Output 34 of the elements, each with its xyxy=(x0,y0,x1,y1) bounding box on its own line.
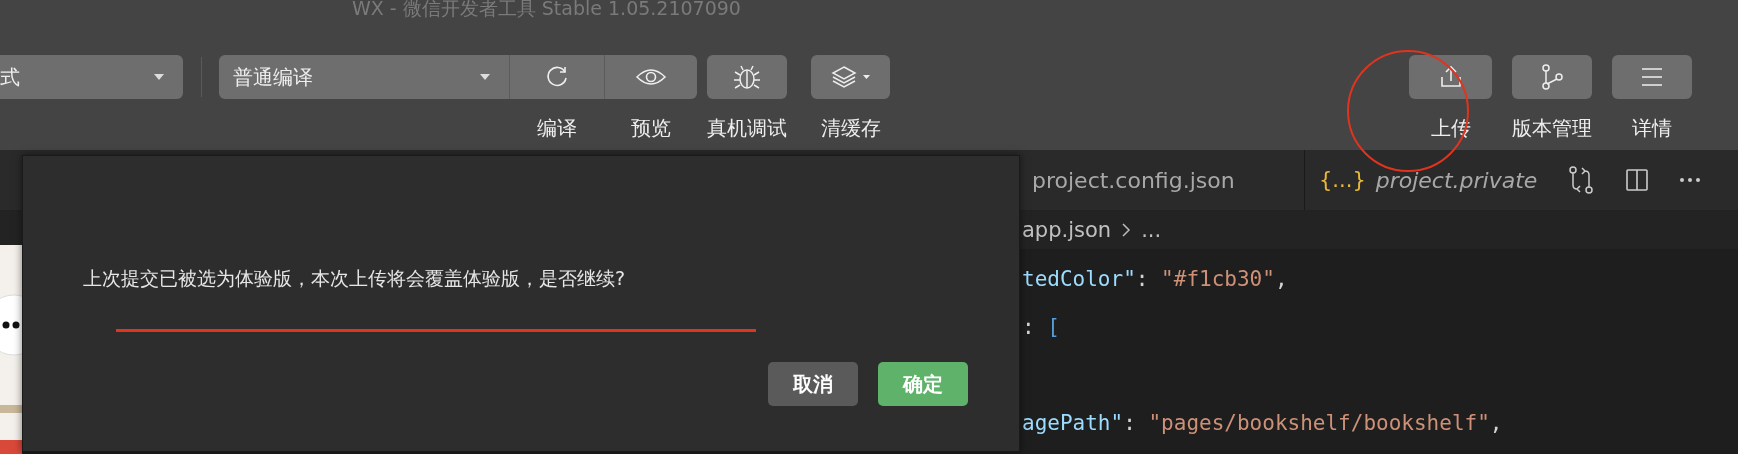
menu-icon xyxy=(1640,66,1664,88)
button-label: 详情 xyxy=(1632,115,1672,142)
details-button[interactable] xyxy=(1612,55,1692,99)
branch-button[interactable] xyxy=(1512,55,1592,99)
code-line: : [ xyxy=(1022,314,1060,341)
button-label: 真机调试 xyxy=(707,115,787,142)
cancel-button[interactable]: 取消 xyxy=(768,362,858,406)
button-label: 预览 xyxy=(630,115,671,142)
code-line: agePath": "pages/bookshelf/bookshelf", xyxy=(1022,410,1503,437)
code-line: tedColor": "#f1cb30", xyxy=(1022,266,1288,293)
caret-icon xyxy=(479,73,491,81)
button-label: 清缓存 xyxy=(820,115,881,142)
compile-dropdown[interactable]: 普通编译 xyxy=(219,55,509,99)
bug-icon xyxy=(732,63,762,91)
more-icon[interactable] xyxy=(1679,177,1702,183)
button-label: 编译 xyxy=(536,115,577,142)
upload-button[interactable] xyxy=(1409,55,1492,99)
layers-icon xyxy=(829,64,872,90)
breadcrumb-item[interactable]: ... xyxy=(1141,218,1162,242)
eye-button[interactable] xyxy=(604,55,697,99)
split-editor-icon[interactable] xyxy=(1625,168,1650,192)
eye-icon xyxy=(635,67,667,87)
button-label: 版本管理 xyxy=(1512,115,1592,142)
layers-button[interactable] xyxy=(811,55,890,99)
caret-icon xyxy=(153,73,165,81)
bug-button[interactable] xyxy=(707,55,787,99)
mode-dropdown[interactable]: 式 xyxy=(0,55,183,99)
branch-icon xyxy=(1539,63,1565,91)
json-icon: {...} xyxy=(1319,168,1366,192)
dialog-message: 上次提交已被选为体验版，本次上传将会覆盖体验版，是否继续? xyxy=(83,266,626,291)
chevron-icon xyxy=(1121,222,1132,238)
breadcrumb-item[interactable]: app.json xyxy=(1022,218,1112,242)
compare-icon[interactable] xyxy=(1567,165,1596,195)
refresh-button[interactable] xyxy=(509,55,604,99)
